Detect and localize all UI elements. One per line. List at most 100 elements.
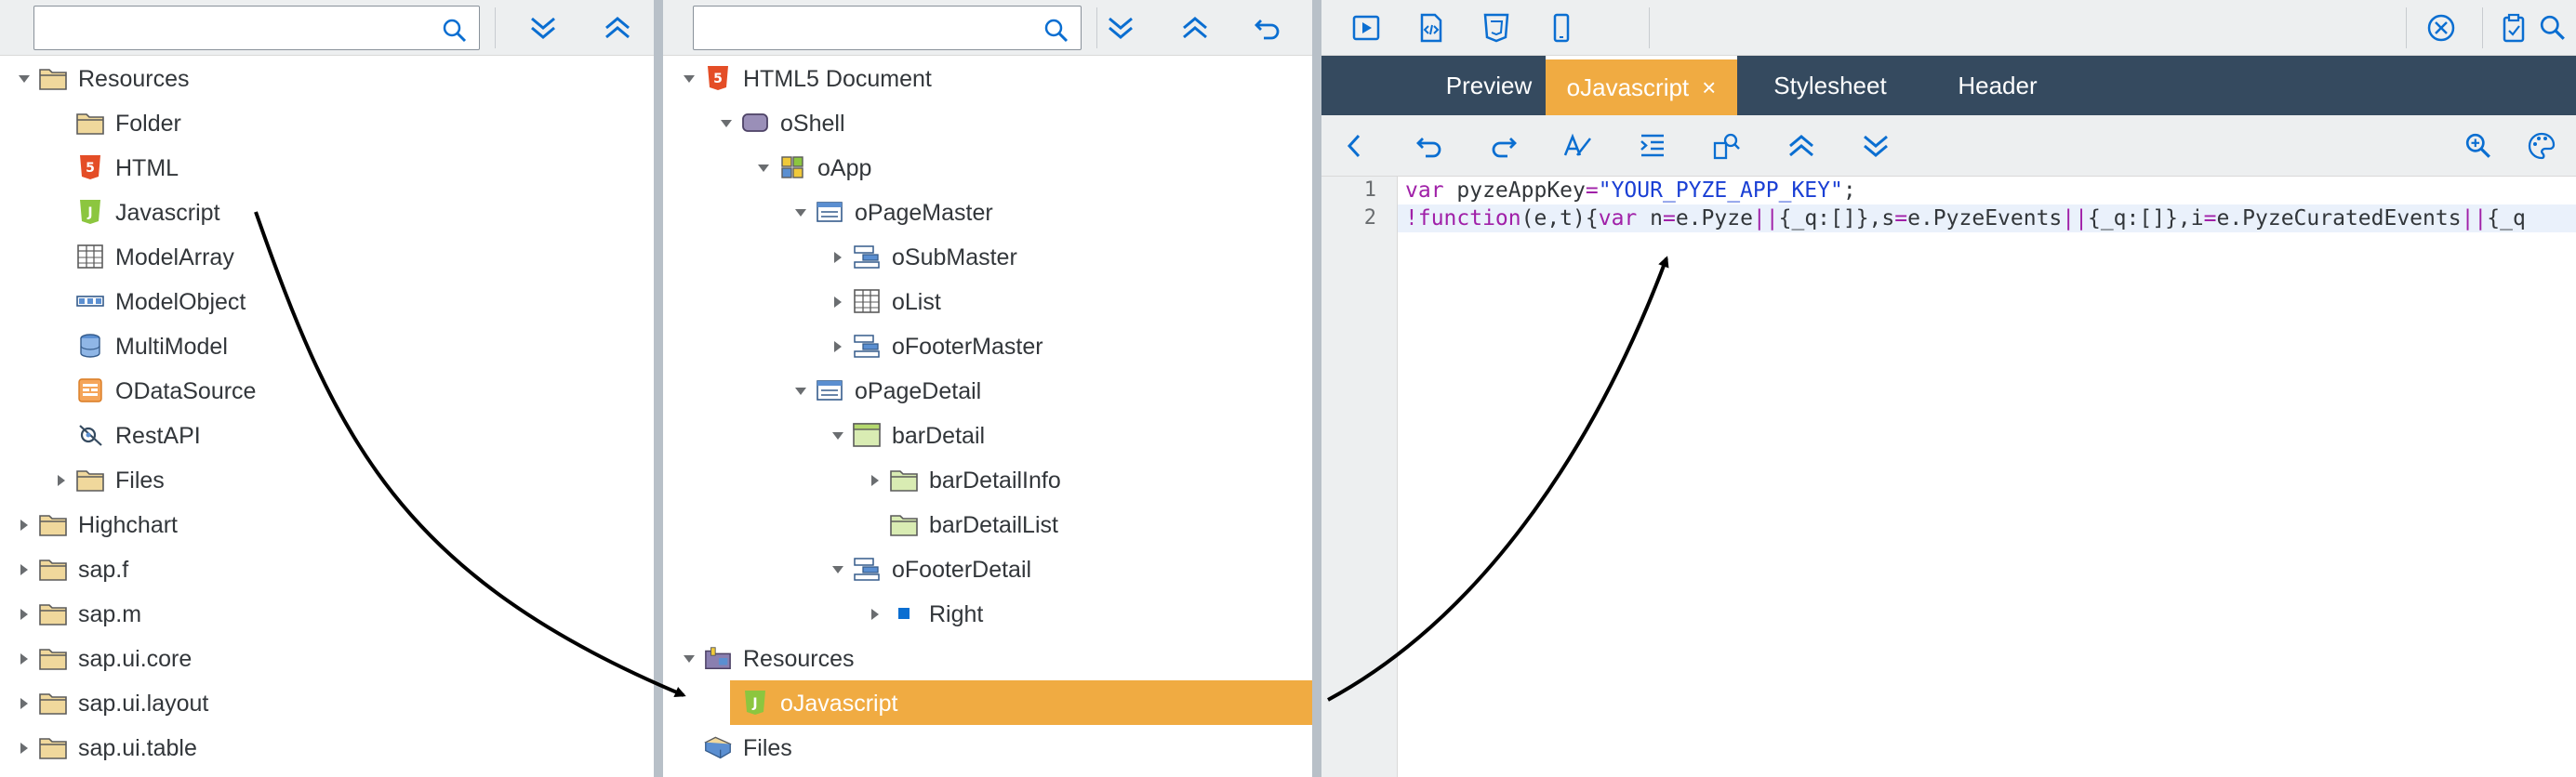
close-tab-icon[interactable]: × <box>1702 73 1716 102</box>
tree-item[interactable]: JoJavascript <box>730 680 1312 725</box>
tree-item[interactable]: MultiModel <box>0 323 654 368</box>
redo-icon <box>1492 138 1517 158</box>
tree-item[interactable]: ModelArray <box>0 234 654 279</box>
expanded-twisty-icon[interactable] <box>793 384 808 399</box>
expanded-twisty-icon[interactable] <box>719 116 734 131</box>
tree-item[interactable]: Files <box>663 725 1312 770</box>
editor-search-button[interactable] <box>2532 9 2573 46</box>
tree-item[interactable]: Files <box>0 457 654 502</box>
tree-item[interactable]: Folder <box>0 100 654 145</box>
fold-down-button[interactable] <box>1855 127 1896 165</box>
indent-button[interactable] <box>1632 127 1673 165</box>
panel-splitter[interactable] <box>654 0 663 777</box>
tree-item[interactable]: ModelObject <box>0 279 654 323</box>
tree-item[interactable]: Resources <box>663 636 1312 680</box>
tab-stylesheet[interactable]: Stylesheet <box>1737 56 1923 115</box>
tree-item[interactable]: oPageMaster <box>663 190 1312 234</box>
run-button[interactable] <box>1346 9 1387 46</box>
mid-expand-all-button[interactable] <box>1100 9 1141 46</box>
tree-item[interactable]: Right <box>663 591 1312 636</box>
collapsed-twisty-icon[interactable] <box>830 250 845 265</box>
collapsed-twisty-icon[interactable] <box>17 696 32 711</box>
tab-header[interactable]: Header <box>1923 56 2072 115</box>
tree-item[interactable]: Resources <box>0 56 654 100</box>
tree-item[interactable]: oFooterDetail <box>663 547 1312 591</box>
expanded-twisty-icon[interactable] <box>793 205 808 220</box>
tree-item[interactable]: Highchart <box>0 502 654 547</box>
tree-item[interactable]: sap.ui.core <box>0 636 654 680</box>
table-icon <box>76 244 104 270</box>
tree-item[interactable]: oPageDetail <box>663 368 1312 413</box>
tree-item[interactable]: barDetail <box>663 413 1312 457</box>
search-icon[interactable] <box>1043 18 1069 44</box>
tree-item[interactable]: J Javascript <box>0 190 654 234</box>
code-view-button[interactable] <box>1411 9 1452 46</box>
css-button[interactable] <box>1476 9 1517 46</box>
collapsed-twisty-icon[interactable] <box>17 652 32 666</box>
tree-item[interactable]: ODataSource <box>0 368 654 413</box>
code-token: n <box>1637 206 1663 230</box>
collapsed-twisty-icon[interactable] <box>54 473 69 488</box>
theme-button[interactable] <box>2521 127 2562 165</box>
collapsed-twisty-icon[interactable] <box>17 741 32 756</box>
editor-undo-button[interactable] <box>1409 127 1450 165</box>
collapsed-twisty-icon[interactable] <box>17 562 32 577</box>
clipboard-button[interactable] <box>2493 9 2534 46</box>
tree-item[interactable]: oFooterMaster <box>663 323 1312 368</box>
left-search-input[interactable] <box>33 6 480 50</box>
undo-button[interactable] <box>1247 9 1288 46</box>
outline-panel: 5 HTML5 Document oShell oApp oPageMaster oSub… <box>663 0 1312 777</box>
api-icon <box>76 422 104 448</box>
mobile-preview-button[interactable] <box>1541 9 1582 46</box>
tree-item[interactable]: barDetailInfo <box>663 457 1312 502</box>
zoom-in-button[interactable] <box>2458 127 2499 165</box>
code-line-2[interactable]: !function(e,t){var n=e.Pyze||{_q:[]},s=e… <box>1405 204 2526 232</box>
spellcheck-button[interactable] <box>1558 127 1599 165</box>
tree-item[interactable]: sap.ui.layout <box>0 680 654 725</box>
expanded-twisty-icon[interactable] <box>830 562 845 577</box>
app-icon <box>778 154 806 180</box>
panel-splitter[interactable] <box>1312 0 1321 777</box>
bar-icon <box>853 556 881 582</box>
collapse-all-button[interactable] <box>597 9 638 46</box>
close-editor-button[interactable] <box>2421 9 2462 46</box>
tab-ojavascript[interactable]: oJavascript × <box>1546 56 1737 115</box>
mid-collapse-all-button[interactable] <box>1175 9 1215 46</box>
code-editor[interactable]: 1 2 var pyzeAppKey="YOUR_PYZE_APP_KEY"; … <box>1321 177 2576 777</box>
collapsed-twisty-icon[interactable] <box>17 607 32 622</box>
expand-all-button[interactable] <box>523 9 564 46</box>
tree-item[interactable]: sap.m <box>0 591 654 636</box>
back-button[interactable] <box>1334 127 1375 165</box>
tree-item-label: Files <box>743 735 792 761</box>
collapsed-twisty-icon[interactable] <box>17 518 32 533</box>
odata-icon <box>76 377 104 403</box>
tree-item[interactable]: sap.ui.table <box>0 725 654 770</box>
chevrons-up-icon <box>605 17 630 39</box>
editor-redo-button[interactable] <box>1483 127 1524 165</box>
tree-item[interactable]: oList <box>663 279 1312 323</box>
mid-search-input[interactable] <box>693 6 1082 50</box>
collapsed-twisty-icon[interactable] <box>830 295 845 309</box>
tree-item[interactable]: RestAPI <box>0 413 654 457</box>
expanded-twisty-icon[interactable] <box>756 161 771 176</box>
tree-item[interactable]: sap.f <box>0 547 654 591</box>
collapsed-twisty-icon[interactable] <box>868 607 883 622</box>
tree-item[interactable]: oSubMaster <box>663 234 1312 279</box>
expanded-twisty-icon[interactable] <box>682 72 697 86</box>
expanded-twisty-icon[interactable] <box>682 652 697 666</box>
collapsed-twisty-icon[interactable] <box>830 339 845 354</box>
tree-item-label: oList <box>892 289 941 315</box>
collapsed-twisty-icon[interactable] <box>868 473 883 488</box>
tree-item[interactable]: barDetailList <box>663 502 1312 547</box>
tree-item[interactable]: 5 HTML5 Document <box>663 56 1312 100</box>
find-button[interactable] <box>1706 127 1747 165</box>
tree-item[interactable]: oShell <box>663 100 1312 145</box>
tree-item[interactable]: 5 HTML <box>0 145 654 190</box>
tree-item[interactable]: oApp <box>663 145 1312 190</box>
expanded-twisty-icon[interactable] <box>17 72 32 86</box>
code-line-1[interactable]: var pyzeAppKey="YOUR_PYZE_APP_KEY"; <box>1405 177 1856 204</box>
expanded-twisty-icon[interactable] <box>830 428 845 443</box>
fold-up-button[interactable] <box>1781 127 1822 165</box>
search-icon[interactable] <box>442 18 468 44</box>
code-token: = <box>1585 178 1599 203</box>
